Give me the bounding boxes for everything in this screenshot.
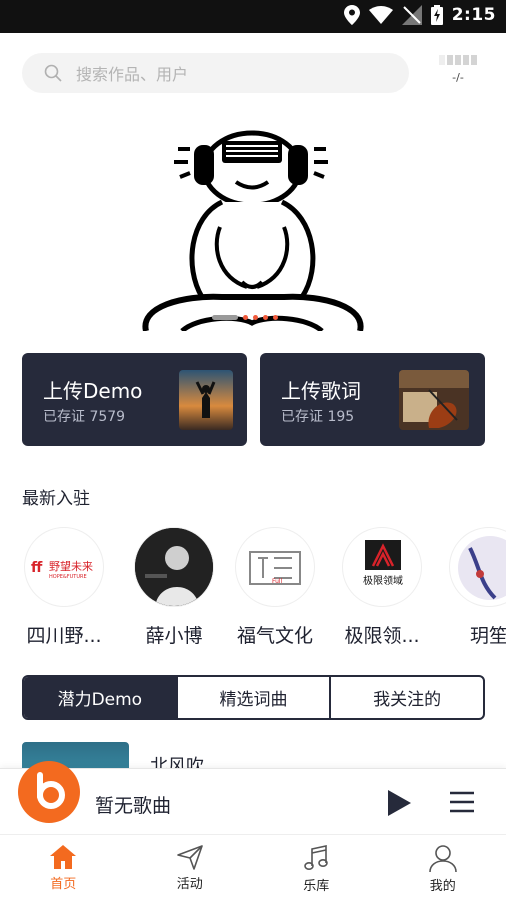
nav-home-label: 首页 [50,877,77,892]
banner-carousel[interactable] [22,127,485,331]
artist-avatar [449,527,506,607]
nav-activities[interactable]: 活动 [127,835,254,900]
home-icon [50,845,77,869]
upload-lyrics-count: 已存证 195 [281,409,355,425]
tab-potential-demo[interactable]: 潜力Demo [24,677,178,718]
nav-library[interactable]: 乐库 [253,835,380,900]
tab-selected-songs[interactable]: 精选词曲 [178,677,332,718]
artist-name: 福气文化 [236,625,313,647]
user-icon [428,845,457,872]
battery-charging-icon [430,5,443,25]
signal-indicator[interactable]: -/- [436,55,480,84]
artist-item[interactable]: Full 福气文化 [233,527,317,648]
now-playing-title: 暂无歌曲 [95,795,172,817]
status-bar: 2:15 [0,0,506,33]
banner-illustration [142,130,364,331]
wifi-icon [368,6,393,24]
signal-value: -/- [452,71,464,84]
tab-following[interactable]: 我关注的 [331,677,483,718]
lyrics-thumbnail [399,370,469,430]
artist-name: 玥笙 [469,625,506,647]
nav-home[interactable]: 首页 [0,835,127,900]
playlist-menu-icon[interactable] [450,791,474,813]
artist-item[interactable]: ff 野望未来 HOPE&FUTURE 四川野... [22,527,106,648]
upload-lyrics-title: 上传歌词 [281,379,361,403]
artist-logo-text: 极限领域 [363,574,403,587]
location-icon [343,5,360,25]
bottom-navigation: 首页 活动 乐库 我的 [0,834,506,900]
music-note-icon [304,845,329,870]
artist-avatar: 极限领域 [342,527,422,607]
content-tabs: 潜力Demo 精选词曲 我关注的 [22,675,485,720]
artist-name: 四川野... [26,625,102,647]
upload-lyrics-card[interactable]: 上传歌词 已存证 195 [260,353,485,446]
demo-thumbnail [179,370,233,430]
new-artists-list: ff 野望未来 HOPE&FUTURE 四川野... 薛小博 Full 福气文化 极… [22,527,506,652]
artist-logo-text: 野望未来 [49,560,93,573]
artist-item[interactable]: 极限领域 极限领... [340,527,424,648]
nav-profile[interactable]: 我的 [380,835,506,900]
artist-name: 薛小博 [145,625,203,647]
play-icon[interactable] [386,789,412,817]
nav-profile-label: 我的 [429,879,456,894]
artist-name: 极限领... [344,625,420,647]
artist-avatar: Full [235,527,315,607]
artist-logo-subtext: HOPE&FUTURE [49,574,87,580]
search-icon [44,64,62,82]
artist-item[interactable]: 薛小博 [132,527,216,648]
artist-item[interactable]: 玥笙 [447,527,506,648]
upload-demo-title: 上传Demo [43,379,143,403]
nav-library-label: 乐库 [303,879,330,894]
app-logo-icon[interactable] [18,761,80,823]
artist-avatar [134,527,214,607]
svg-text:Full: Full [272,578,283,585]
signal-bars-icon [436,55,480,65]
search-input[interactable]: 搜索作品、用户 [22,53,409,93]
nav-activities-label: 活动 [176,877,203,892]
search-placeholder: 搜索作品、用户 [76,65,189,84]
clock: 2:15 [451,5,496,25]
no-signal-icon [401,5,422,25]
send-icon [176,845,203,870]
carousel-indicator [212,315,278,320]
mini-player: 暂无歌曲 [0,761,506,834]
new-artists-title: 最新入驻 [22,489,90,509]
upload-demo-count: 已存证 7579 [43,409,126,425]
upload-demo-card[interactable]: 上传Demo 已存证 7579 [22,353,247,446]
artist-avatar: ff 野望未来 HOPE&FUTURE [24,527,104,607]
svg-text:ff: ff [31,560,43,576]
